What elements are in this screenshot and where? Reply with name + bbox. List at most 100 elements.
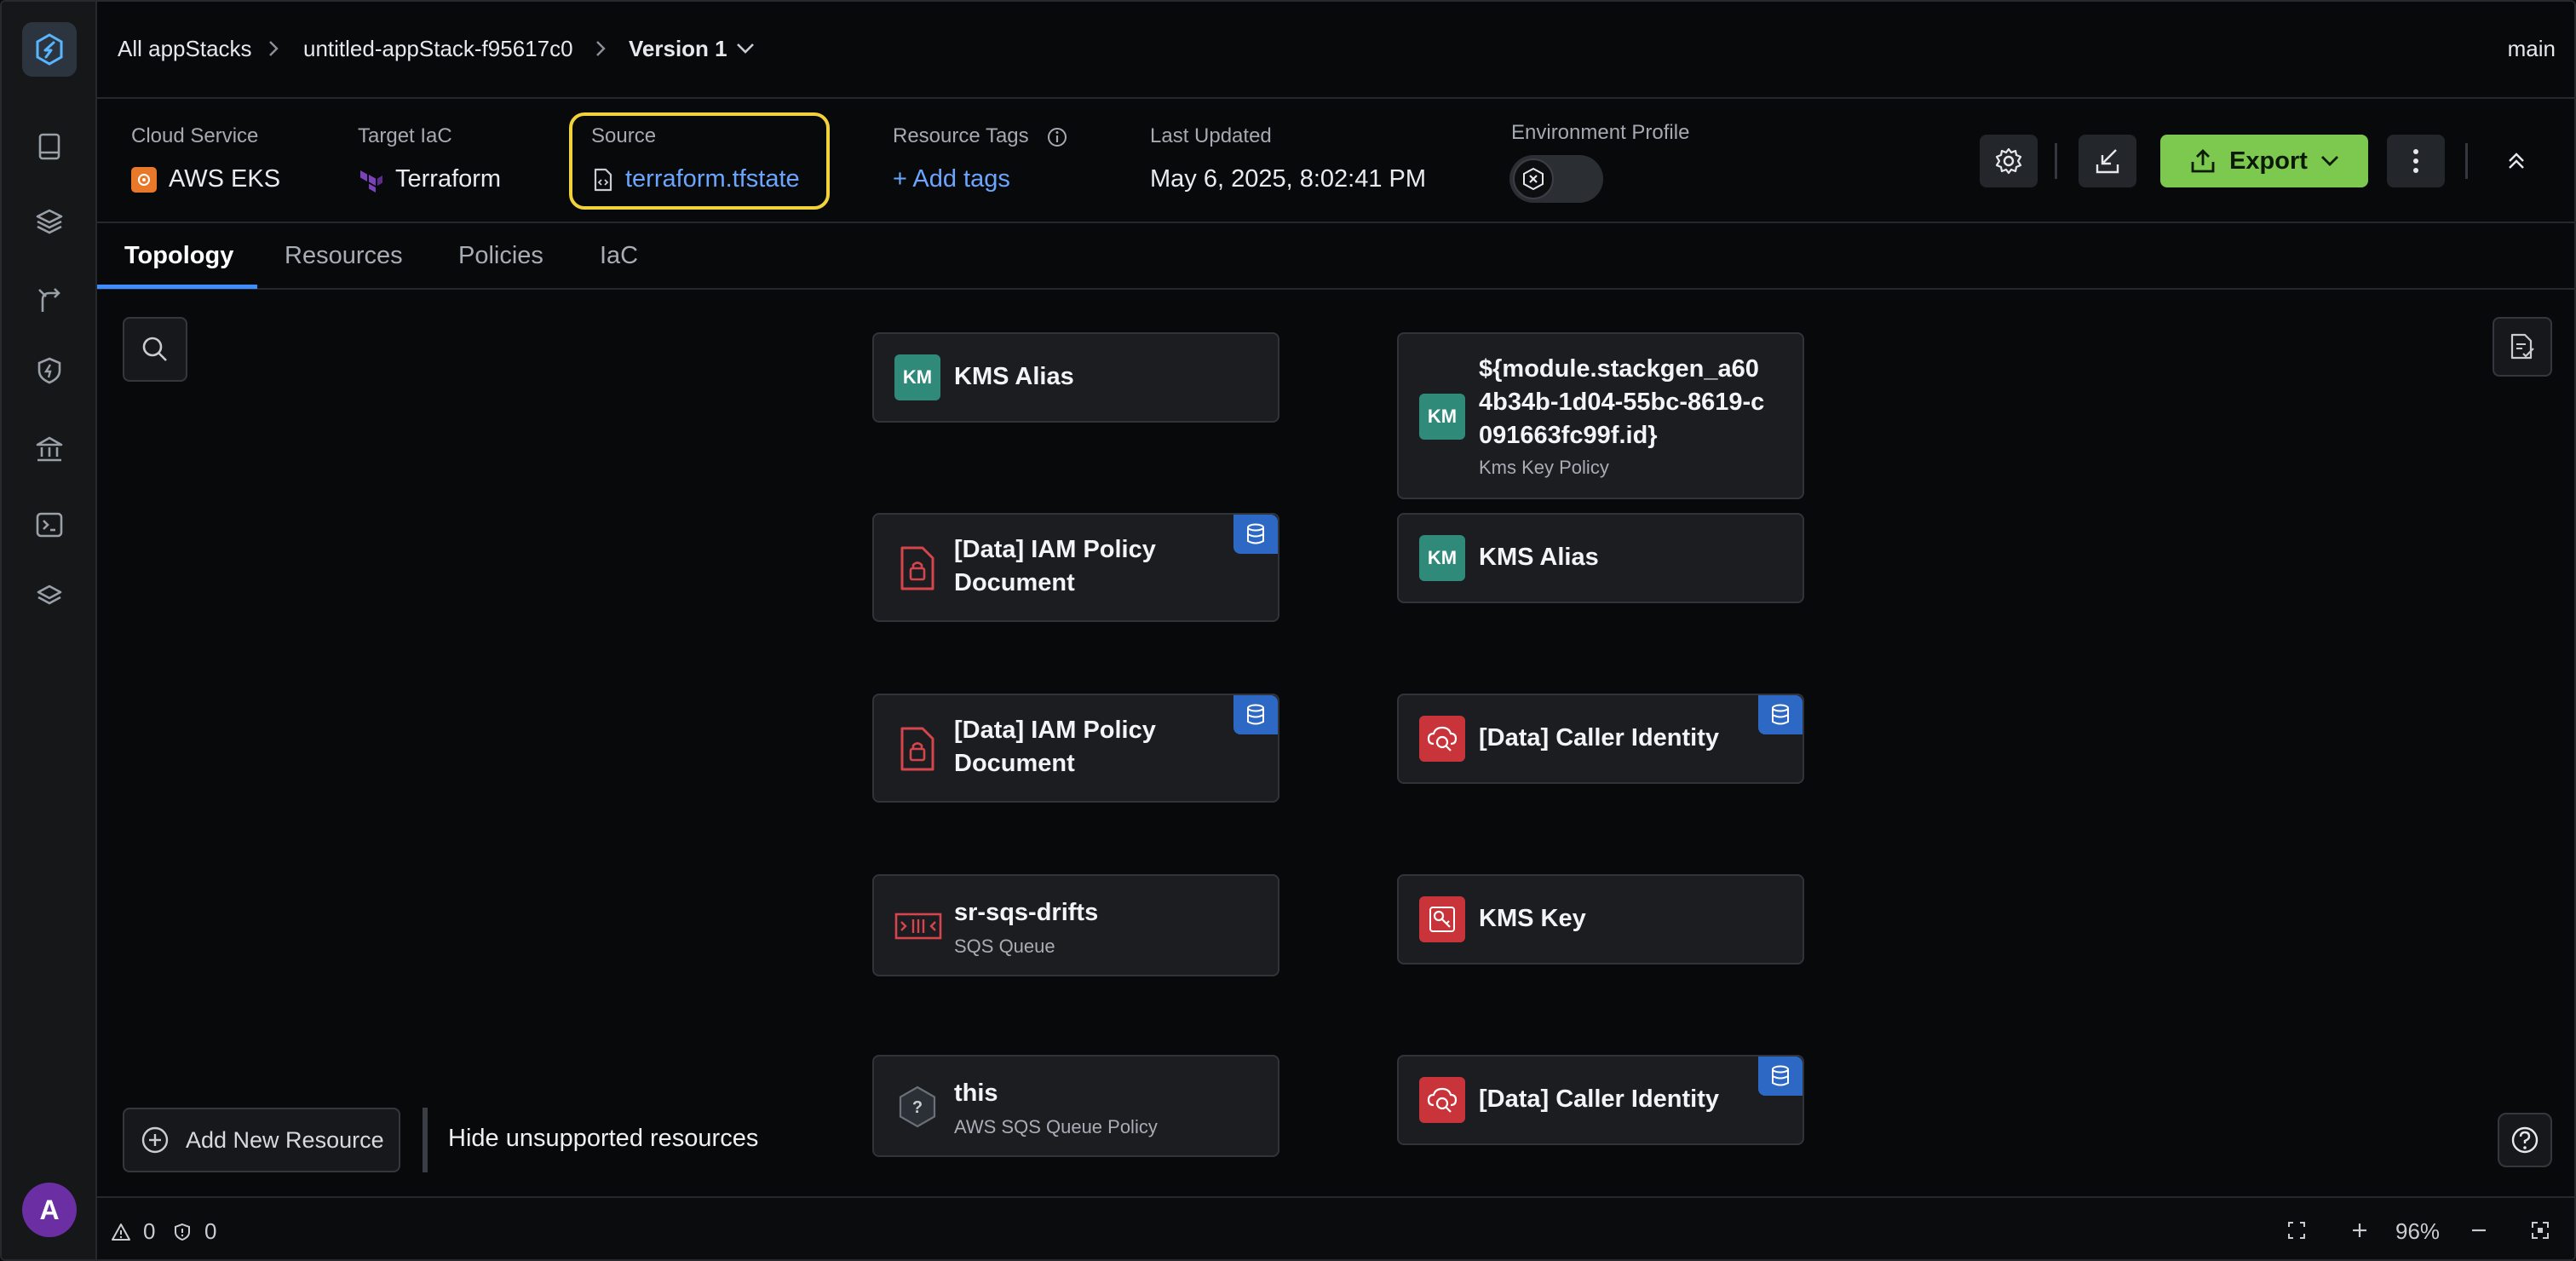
shield-alert-icon	[175, 1223, 190, 1241]
node-title: KMS Key	[1479, 905, 1586, 932]
active-tab-indicator	[97, 285, 257, 289]
import-button[interactable]	[2079, 135, 2136, 187]
database-icon	[1772, 1065, 1789, 1086]
tab-resources[interactable]: Resources	[285, 242, 403, 270]
chevron-right-icon	[596, 41, 606, 56]
topology-canvas[interactable]: KM KMS Alias [Data] IAM Policy Document …	[97, 291, 2574, 1196]
kms-icon: KM	[1419, 535, 1465, 581]
zoom-out-icon[interactable]	[2469, 1220, 2489, 1241]
node-caller-identity[interactable]: [Data] Caller Identity	[1397, 694, 1804, 784]
data-source-badge	[1233, 695, 1278, 734]
file-code-icon	[594, 168, 612, 191]
chevron-down-icon[interactable]	[734, 41, 756, 56]
tab-policies[interactable]: Policies	[458, 242, 543, 270]
node-kms-key[interactable]: KMS Key	[1397, 874, 1804, 964]
report-button[interactable]	[2493, 317, 2552, 377]
app-logo[interactable]	[22, 22, 77, 77]
breadcrumb-appstack[interactable]: untitled-appStack-f95617c0	[303, 36, 573, 62]
database-icon	[1247, 523, 1264, 544]
node-kms-key-policy[interactable]: KM ${module.stackgen_a604b34b-1d04-55bc-…	[1397, 332, 1804, 499]
node-title: KMS Alias	[954, 363, 1074, 390]
data-source-badge	[1758, 695, 1803, 734]
cloud-service-label: Cloud Service	[131, 124, 259, 147]
branch-icon	[38, 288, 60, 312]
sidebar-item-pipelines[interactable]	[26, 276, 73, 324]
tab-topology[interactable]: Topology	[124, 242, 233, 270]
variable-icon	[1513, 158, 1554, 199]
chevron-right-icon	[269, 41, 279, 56]
fit-view-icon[interactable]	[2286, 1220, 2307, 1241]
caller-identity-icon	[1419, 716, 1465, 762]
more-options-button[interactable]	[2387, 135, 2445, 187]
fullscreen-icon[interactable]	[2530, 1220, 2550, 1241]
chevrons-up-icon	[2509, 153, 2524, 169]
node-kms-alias[interactable]: KM KMS Alias	[872, 332, 1279, 423]
database-icon	[1772, 704, 1789, 725]
breadcrumb-all-appstacks[interactable]: All appStacks	[118, 36, 252, 62]
node-title: [Data] IAM Policy Document	[954, 717, 1156, 777]
node-subtitle: AWS SQS Queue Policy	[954, 1116, 1158, 1137]
sidebar-item-policies[interactable]	[26, 347, 73, 394]
add-new-resource-button[interactable]: Add New Resource	[123, 1108, 400, 1172]
help-icon	[2511, 1126, 2539, 1154]
info-icon[interactable]	[1046, 126, 1068, 148]
iam-policy-document-icon	[894, 726, 940, 772]
zoom-level: 96%	[2395, 1218, 2441, 1244]
last-updated-value: May 6, 2025, 8:02:41 PM	[1150, 165, 1427, 193]
export-button[interactable]: Export	[2160, 135, 2368, 187]
unsupported-resource-icon: ?	[894, 1084, 940, 1130]
user-avatar[interactable]: A	[22, 1183, 77, 1237]
sidebar-item-terminal[interactable]	[26, 501, 73, 549]
caller-identity-icon	[1419, 1077, 1465, 1123]
svg-text:?: ?	[912, 1098, 923, 1117]
chevron-down-icon	[2320, 156, 2338, 166]
node-title: sr-sqs-drifts	[954, 899, 1099, 926]
node-iam-policy-document[interactable]: [Data] IAM Policy Document	[872, 513, 1279, 622]
toolbar-divider	[2465, 143, 2468, 179]
cloud-service-value: AWS EKS	[131, 165, 280, 193]
add-tags-button[interactable]: + Add tags	[893, 165, 1010, 193]
node-caller-identity[interactable]: [Data] Caller Identity	[1397, 1055, 1804, 1145]
zoom-in-icon[interactable]	[2349, 1220, 2370, 1241]
data-source-badge	[1233, 515, 1278, 554]
top-bar: All appStacks untitled-appStack-f95617c0…	[97, 2, 2574, 99]
node-subtitle: SQS Queue	[954, 936, 1055, 957]
node-title: [Data] Caller Identity	[1479, 724, 1719, 751]
collapse-header-button[interactable]	[2487, 135, 2545, 187]
database-icon	[1247, 704, 1264, 725]
source-link[interactable]: terraform.tfstate	[593, 165, 800, 193]
iam-policy-document-icon	[894, 545, 940, 591]
help-button[interactable]	[2498, 1113, 2552, 1167]
breadcrumb-version[interactable]: Version 1	[629, 36, 727, 62]
errors-count[interactable]: 0	[172, 1218, 216, 1245]
kms-key-icon	[1419, 896, 1465, 942]
toolbar-divider	[2055, 143, 2057, 179]
environment-profile-toggle[interactable]	[1509, 155, 1603, 203]
node-title: ${module.stackgen_a604b34b-1d04-55bc-861…	[1479, 355, 1765, 449]
plus-circle-icon	[141, 1126, 169, 1154]
sidebar-item-appstacks[interactable]	[26, 198, 73, 245]
last-updated-label: Last Updated	[1150, 124, 1272, 147]
info-bar: Cloud Service AWS EKS Target IaC Terrafo…	[97, 101, 2574, 223]
settings-button[interactable]	[1980, 135, 2038, 187]
node-iam-policy-document[interactable]: [Data] IAM Policy Document	[872, 694, 1279, 803]
branch-name[interactable]: main	[2508, 36, 2556, 62]
tab-iac[interactable]: IaC	[600, 242, 638, 270]
node-subtitle: Kms Key Policy	[1479, 457, 1609, 478]
sqs-queue-icon	[894, 903, 942, 949]
node-title: [Data] Caller Identity	[1479, 1085, 1719, 1113]
search-icon	[142, 337, 167, 361]
warnings-count[interactable]: 0	[111, 1218, 155, 1245]
kms-icon: KM	[894, 354, 940, 400]
resource-tags-label: Resource Tags	[893, 124, 1029, 147]
node-sqs-queue[interactable]: sr-sqs-drifts SQS Queue	[872, 874, 1279, 976]
search-button[interactable]	[123, 317, 187, 382]
sidebar-item-modules[interactable]	[26, 573, 73, 620]
hide-unsupported-toggle[interactable]: Hide unsupported resources	[448, 1125, 758, 1153]
sidebar-item-catalog[interactable]	[26, 123, 73, 170]
kms-icon: KM	[1419, 394, 1465, 440]
document-check-icon	[2510, 333, 2534, 360]
node-kms-alias[interactable]: KM KMS Alias	[1397, 513, 1804, 603]
node-sqs-queue-policy[interactable]: ? this AWS SQS Queue Policy	[872, 1055, 1279, 1157]
sidebar-item-governance[interactable]	[26, 425, 73, 473]
